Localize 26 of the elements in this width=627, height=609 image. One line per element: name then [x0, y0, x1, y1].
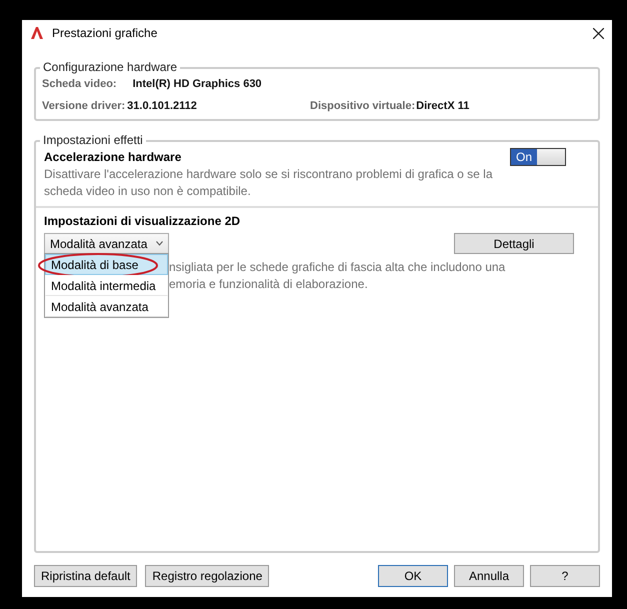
field-value: Intel(R) HD Graphics 630 — [132, 78, 262, 90]
details-button[interactable]: Dettagli — [454, 233, 574, 254]
description-text: Disattivare l'accelerazione hardware solo se si riscontrano problemi di grafica o se la scheda video in uso non è compatibile. — [44, 166, 494, 200]
app-logo-icon — [30, 26, 44, 40]
dialog-button[interactable]: Ripristina default — [34, 565, 138, 587]
chevron-icon — [156, 241, 163, 246]
description-text: nsigliata per le schede grafiche di fascia alta che includono una — [169, 259, 506, 276]
description-text: emoria e funzionalità di elaborazione. — [169, 276, 369, 293]
section-title: Accelerazione hardware — [44, 150, 182, 164]
field-label: Dispositivo virtuale: — [310, 100, 416, 112]
dialog-button[interactable]: ? — [530, 565, 600, 587]
field-label: Scheda video: — [42, 78, 117, 90]
toggle-switch[interactable]: On — [510, 148, 566, 166]
mode-dropdown[interactable]: Modalità avanzata — [44, 233, 169, 254]
dialog-button[interactable]: Registro regolazione — [145, 565, 270, 587]
field-value: 31.0.101.2112 — [127, 100, 197, 112]
dialog-button[interactable]: Annulla — [454, 565, 524, 587]
group-title: Impostazioni effetti — [40, 133, 146, 147]
field-value: DirectX 11 — [416, 100, 470, 112]
field-label: Versione driver: — [42, 100, 126, 112]
dialog-button[interactable]: OK — [378, 565, 448, 587]
group-title: Configurazione hardware — [40, 60, 180, 74]
window-title: Prestazioni grafiche — [52, 26, 158, 40]
dropdown-option[interactable]: Modalità intermedia — [45, 275, 168, 296]
close-icon[interactable] — [593, 28, 604, 38]
section-title: Impostazioni di visualizzazione 2D — [44, 214, 240, 228]
